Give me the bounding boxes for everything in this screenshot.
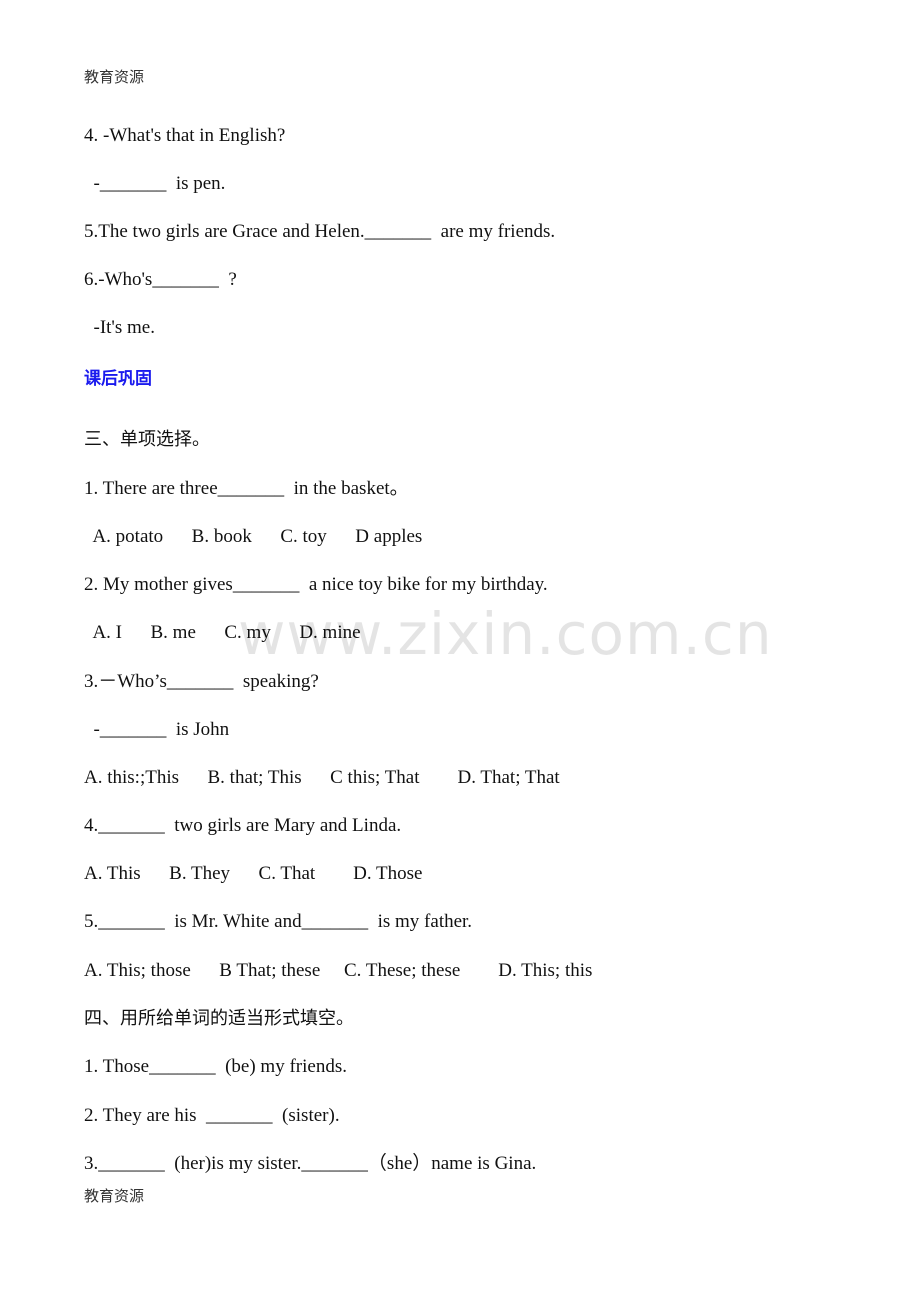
page-header: 教育资源 (84, 68, 145, 86)
mc-question-2: 2. My mother gives_______ a nice toy bik… (84, 574, 548, 595)
fill-question-1: 1. Those_______ (be) my friends. (84, 1056, 347, 1077)
mc-options-3: A. this:;This B. that; This C this; That… (84, 767, 560, 788)
watermark: www.zixin.com.cn (238, 600, 773, 668)
mc-question-1: 1. There are three_______ in the basket。 (84, 478, 409, 499)
question-6: 6.-Who's_______ ? (84, 269, 237, 290)
mc-question-3: 3.－Who’s_______ speaking? (84, 671, 319, 692)
mc-question-4: 4._______ two girls are Mary and Linda. (84, 815, 402, 836)
mc-question-3-answer: -_______ is John (84, 719, 230, 740)
fill-question-2: 2. They are his _______ (sister). (84, 1105, 340, 1126)
mc-question-5: 5._______ is Mr. White and_______ is my … (84, 911, 473, 932)
mc-options-4: A. This B. They C. That D. Those (84, 863, 423, 884)
section-3-title: 三、单项选择。 (84, 429, 210, 450)
fill-question-3: 3._______ (her)is my sister._______（she）… (84, 1153, 537, 1174)
question-6-answer: -It's me. (84, 317, 155, 338)
question-4-answer: -_______ is pen. (84, 173, 226, 194)
page-footer: 教育资源 (84, 1187, 145, 1205)
mc-options-5: A. This; those B That; these C. These; t… (84, 960, 593, 981)
question-4: 4. -What's that in English? (84, 125, 286, 146)
section-4-title: 四、用所给单词的适当形式填空。 (84, 1008, 354, 1029)
section-heading: 课后巩固 (84, 369, 152, 389)
question-5: 5.The two girls are Grace and Helen.____… (84, 221, 556, 242)
mc-options-1: A. potato B. book C. toy D apples (84, 526, 423, 547)
